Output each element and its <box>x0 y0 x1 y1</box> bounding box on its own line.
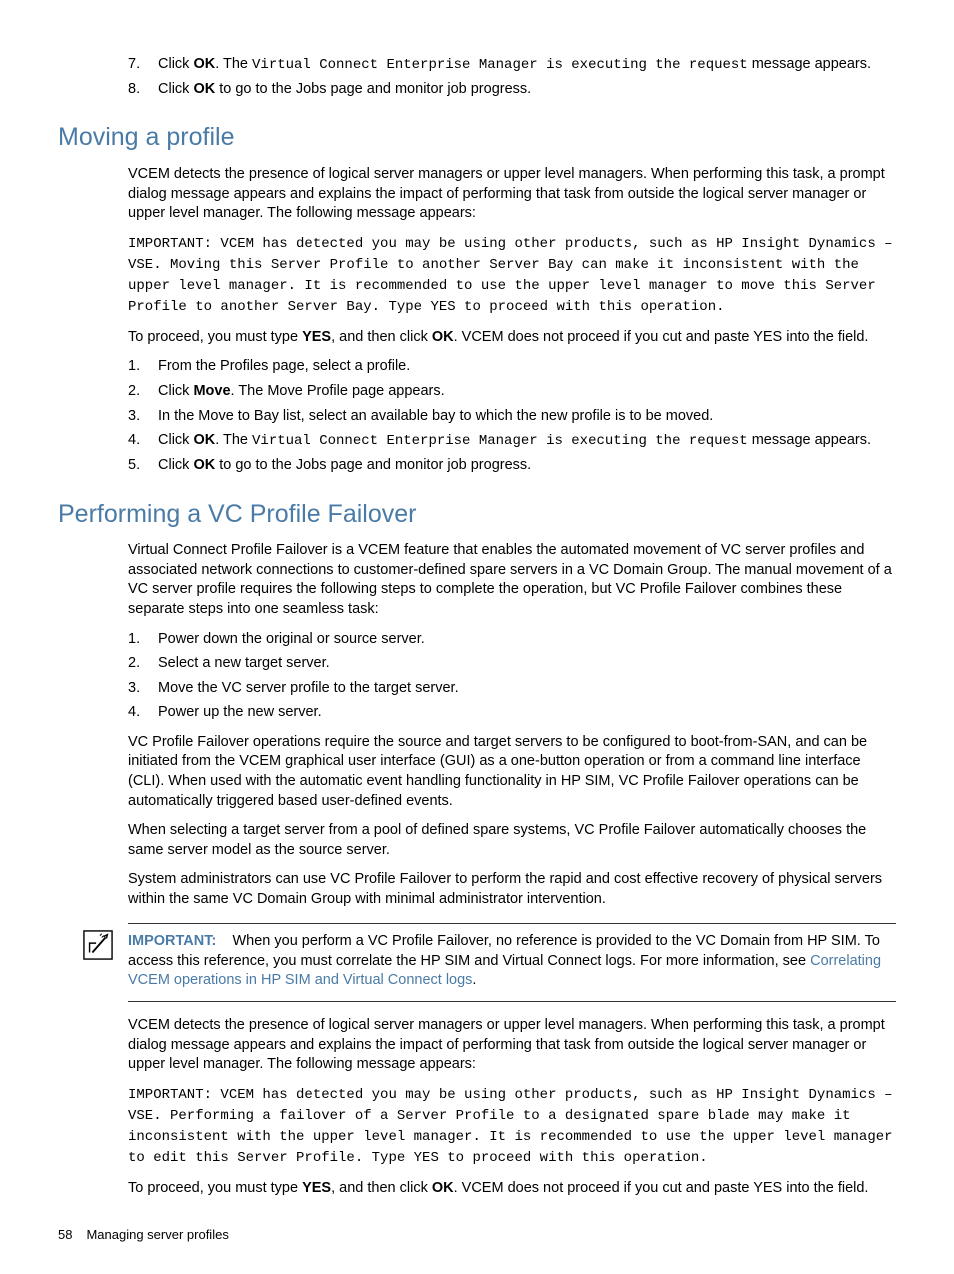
step-text: Click OK to go to the Jobs page and moni… <box>158 456 896 476</box>
paragraph: VCEM detects the presence of logical ser… <box>128 1016 896 1075</box>
list-item: 2. Select a new target server. <box>128 654 896 674</box>
list-item: 5. Click OK to go to the Jobs page and m… <box>128 456 896 476</box>
important-label: IMPORTANT: <box>128 933 216 949</box>
code-block: IMPORTANT: VCEM has detected you may be … <box>128 1085 896 1169</box>
step-text: Click Move. The Move Profile page appear… <box>158 382 896 402</box>
step-text: Select a new target server. <box>158 654 896 674</box>
page-footer: 58 Managing server profiles <box>58 1226 896 1244</box>
list-item: 1. From the Profiles page, select a prof… <box>128 357 896 377</box>
step-number: 2. <box>128 654 158 674</box>
step-text: Click OK. The Virtual Connect Enterprise… <box>158 431 896 451</box>
list-item: 3. Move the VC server profile to the tar… <box>128 679 896 699</box>
step-number: 4. <box>128 431 158 451</box>
step-text: Click OK to go to the Jobs page and moni… <box>158 80 896 100</box>
list-item: 3. In the Move to Bay list, select an av… <box>128 407 896 427</box>
list-item: 4. Click OK. The Virtual Connect Enterpr… <box>128 431 896 451</box>
important-text: When you perform a VC Profile Failover, … <box>128 933 881 988</box>
paragraph: System administrators can use VC Profile… <box>128 870 896 909</box>
step-text: In the Move to Bay list, select an avail… <box>158 407 896 427</box>
code-block: IMPORTANT: VCEM has detected you may be … <box>128 234 896 318</box>
paragraph: To proceed, you must type YES, and then … <box>128 328 896 348</box>
step-number: 1. <box>128 357 158 377</box>
page-number: 58 <box>58 1226 72 1244</box>
step-text: From the Profiles page, select a profile… <box>158 357 896 377</box>
paragraph: To proceed, you must type YES, and then … <box>128 1179 896 1199</box>
continued-steps-list: 7. Click OK. The Virtual Connect Enterpr… <box>128 55 896 99</box>
step-text: Move the VC server profile to the target… <box>158 679 896 699</box>
step-text: Click OK. The Virtual Connect Enterprise… <box>158 55 896 75</box>
step-number: 3. <box>128 407 158 427</box>
paragraph: Virtual Connect Profile Failover is a VC… <box>128 541 896 619</box>
step-number: 3. <box>128 679 158 699</box>
section-body: VCEM detects the presence of logical ser… <box>128 1016 896 1198</box>
list-item: 8. Click OK to go to the Jobs page and m… <box>128 80 896 100</box>
list-item: 1. Power down the original or source ser… <box>128 630 896 650</box>
section-body: Virtual Connect Profile Failover is a VC… <box>128 541 896 909</box>
important-callout: IMPORTANT: When you perform a VC Profile… <box>128 923 896 1002</box>
step-number: 1. <box>128 630 158 650</box>
step-number: 2. <box>128 382 158 402</box>
list-item: 4. Power up the new server. <box>128 703 896 723</box>
step-number: 5. <box>128 456 158 476</box>
heading-vc-profile-failover: Performing a VC Profile Failover <box>58 498 896 532</box>
step-number: 8. <box>128 80 158 100</box>
list-item: 7. Click OK. The Virtual Connect Enterpr… <box>128 55 896 75</box>
paragraph: VC Profile Failover operations require t… <box>128 733 896 811</box>
paragraph: When selecting a target server from a po… <box>128 821 896 860</box>
heading-moving-profile: Moving a profile <box>58 121 896 155</box>
step-text: Power down the original or source server… <box>158 630 896 650</box>
section-body: VCEM detects the presence of logical ser… <box>128 165 896 475</box>
footer-title: Managing server profiles <box>86 1226 228 1244</box>
step-number: 7. <box>128 55 158 75</box>
note-icon <box>83 930 113 960</box>
list-item: 2. Click Move. The Move Profile page app… <box>128 382 896 402</box>
paragraph: VCEM detects the presence of logical ser… <box>128 165 896 224</box>
step-number: 4. <box>128 703 158 723</box>
step-text: Power up the new server. <box>158 703 896 723</box>
